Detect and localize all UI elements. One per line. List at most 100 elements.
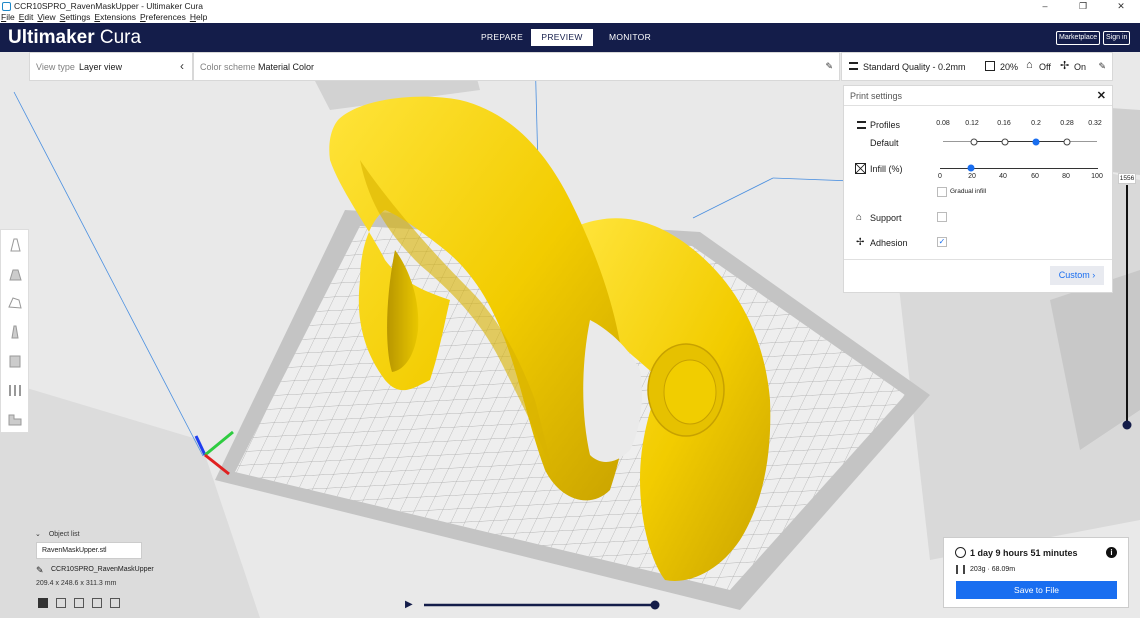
layer-height-stop[interactable] xyxy=(1001,138,1009,146)
layer-height-tick: 0.2 xyxy=(1031,120,1041,127)
front-view-icon[interactable] xyxy=(56,598,66,608)
layer-tool-icon[interactable] xyxy=(7,411,23,427)
layer-height-stop[interactable] xyxy=(1063,138,1071,146)
pencil-icon[interactable]: ✎ xyxy=(825,61,833,72)
view-type-value[interactable]: Layer view xyxy=(79,62,122,72)
infill-slider[interactable] xyxy=(940,168,1098,169)
layer-height-tick: 0.16 xyxy=(997,120,1011,127)
mirror-tool-icon[interactable] xyxy=(7,324,23,340)
object-list-item[interactable]: RavenMaskUpper.stl xyxy=(36,542,142,559)
menu-edit[interactable]: Edit xyxy=(19,12,34,23)
tab-preview[interactable]: PREVIEW xyxy=(531,29,593,46)
window-titlebar: CCR10SPRO_RavenMaskUpper - Ultimaker Cur… xyxy=(0,0,1140,12)
print-settings-panel: Print settings ✕ Profiles Default 0.08 0… xyxy=(843,85,1113,293)
menu-help[interactable]: Help xyxy=(190,12,207,23)
menu-view[interactable]: View xyxy=(37,12,55,23)
tool-strip xyxy=(0,229,29,433)
tab-prepare[interactable]: PREPARE xyxy=(474,29,530,46)
print-setup-bar[interactable]: Standard Quality - 0.2mm 20% ⌂ Off ✢ On … xyxy=(841,52,1113,81)
model-dimensions: 209.4 x 248.6 x 311.3 mm xyxy=(36,580,117,587)
material-spool-icon xyxy=(956,565,965,574)
layer-height-tick: 0.28 xyxy=(1060,120,1074,127)
support-icon: ⌂ xyxy=(1026,59,1033,71)
layer-height-handle[interactable] xyxy=(1032,138,1040,146)
layer-number-label[interactable]: 1556 xyxy=(1118,173,1136,184)
profile-name: Default xyxy=(870,138,899,148)
infill-handle[interactable] xyxy=(967,164,975,172)
adhesion-checkbox[interactable]: ✓ xyxy=(937,237,947,247)
chevron-left-icon[interactable]: ‹ xyxy=(180,59,184,73)
quality-profile-text: Standard Quality - 0.2mm xyxy=(863,62,966,72)
quality-icon xyxy=(849,62,858,70)
left-view-icon[interactable] xyxy=(92,598,102,608)
view-type-bar[interactable]: View type Layer view ‹ xyxy=(29,52,193,81)
support-checkbox[interactable] xyxy=(937,212,947,222)
minimize-button[interactable]: – xyxy=(1026,0,1064,12)
window-title: CCR10SPRO_RavenMaskUpper - Ultimaker Cur… xyxy=(14,1,203,11)
save-to-file-button[interactable]: Save to File xyxy=(956,581,1117,599)
tab-monitor[interactable]: MONITOR xyxy=(594,29,666,46)
divider xyxy=(844,259,1112,260)
job-name[interactable]: CCR10SPRO_RavenMaskUpper xyxy=(51,566,154,573)
support-blocker-icon[interactable] xyxy=(7,382,23,398)
color-scheme-label: Color scheme xyxy=(200,62,256,72)
layer-height-tick: 0.12 xyxy=(965,120,979,127)
infill-label: Infill (%) xyxy=(870,164,903,174)
3d-view-icon[interactable] xyxy=(38,598,48,608)
adhesion-label: Adhesion xyxy=(870,238,908,248)
app-header: Ultimaker Cura PREPARE PREVIEW MONITOR M… xyxy=(0,23,1140,52)
menu-extensions[interactable]: Extensions xyxy=(94,12,136,23)
support-label: Support xyxy=(870,213,902,223)
info-icon[interactable]: i xyxy=(1106,547,1117,558)
print-time: 1 day 9 hours 51 minutes xyxy=(970,548,1078,558)
close-window-button[interactable]: ✕ xyxy=(1102,0,1140,12)
support-summary: Off xyxy=(1039,62,1051,72)
per-model-settings-icon[interactable] xyxy=(7,353,23,369)
color-scheme-value[interactable]: Material Color xyxy=(258,62,314,72)
layer-timeline-slider[interactable] xyxy=(424,600,656,610)
material-usage: 203g · 68.09m xyxy=(970,566,1016,573)
infill-grid-icon xyxy=(855,163,866,174)
clock-icon xyxy=(955,547,966,558)
profiles-icon xyxy=(857,121,866,129)
app-logo: Ultimaker Cura xyxy=(8,27,142,48)
infill-tick: 100 xyxy=(1091,173,1103,180)
menu-bar: File Edit View Settings Extensions Prefe… xyxy=(0,12,1140,23)
pencil-icon[interactable]: ✎ xyxy=(36,565,44,576)
layer-height-stop[interactable] xyxy=(970,138,978,146)
menu-settings[interactable]: Settings xyxy=(60,12,91,23)
print-settings-header: Print settings ✕ xyxy=(844,86,1112,106)
print-settings-title: Print settings xyxy=(850,91,903,101)
edit-settings-icon[interactable]: ✎ xyxy=(1098,61,1106,72)
scale-tool-icon[interactable] xyxy=(7,266,23,282)
sign-in-button[interactable]: Sign in xyxy=(1103,31,1131,45)
stage-tabs: PREPARE PREVIEW MONITOR xyxy=(474,29,667,46)
right-view-icon[interactable] xyxy=(110,598,120,608)
gradual-infill-checkbox[interactable] xyxy=(937,187,947,197)
menu-file[interactable]: File xyxy=(1,12,15,23)
view-orientation-buttons xyxy=(38,598,120,608)
restore-button[interactable]: ❐ xyxy=(1064,0,1102,12)
move-tool-icon[interactable] xyxy=(7,237,23,253)
view-type-label: View type xyxy=(36,62,75,72)
infill-summary: 20% xyxy=(1000,62,1019,72)
print-summary-panel: 1 day 9 hours 51 minutes i 203g · 68.09m… xyxy=(943,537,1129,608)
infill-tick: 80 xyxy=(1062,173,1070,180)
top-view-icon[interactable] xyxy=(74,598,84,608)
menu-preferences[interactable]: Preferences xyxy=(140,12,186,23)
layer-height-tick: 0.08 xyxy=(936,120,950,127)
play-icon[interactable]: ▶ xyxy=(405,599,413,610)
color-scheme-bar[interactable]: Color scheme Material Color ✎ xyxy=(193,52,840,81)
chevron-down-icon: ⌄ xyxy=(35,531,41,538)
marketplace-button[interactable]: Marketplace xyxy=(1056,31,1101,45)
layer-height-tick: 0.32 xyxy=(1088,120,1102,127)
object-list-toggle[interactable]: ⌄ Object list xyxy=(35,530,80,538)
layer-range-slider[interactable] xyxy=(1120,185,1134,430)
close-icon[interactable]: ✕ xyxy=(1097,89,1106,102)
custom-button[interactable]: Custom › xyxy=(1050,266,1104,285)
gradual-infill-label: Gradual infill xyxy=(950,188,987,195)
infill-icon xyxy=(985,61,995,71)
adhesion-icon: ✢ xyxy=(1060,60,1070,72)
infill-tick: 20 xyxy=(968,173,976,180)
rotate-tool-icon[interactable] xyxy=(7,295,23,311)
